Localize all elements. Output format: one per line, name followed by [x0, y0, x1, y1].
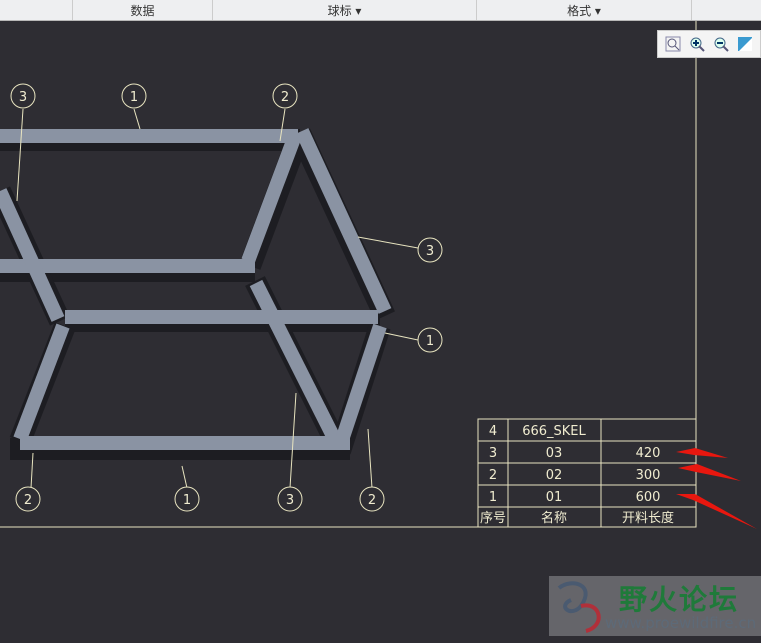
balloon[interactable]: 3	[277, 486, 303, 512]
table-cell: 420	[636, 446, 661, 461]
balloon[interactable]: 2	[272, 83, 298, 109]
table-cell: 01	[546, 490, 563, 505]
ribbon-group-bar: 数据 球标 ▾ 格式 ▾	[0, 0, 761, 21]
balloon-label: 2	[281, 90, 289, 105]
repaint-icon[interactable]	[736, 35, 754, 53]
table-cell: 1	[489, 490, 497, 505]
balloon-label: 3	[426, 244, 434, 259]
table-header-cell: 序号	[480, 511, 506, 526]
frame-model	[0, 128, 395, 460]
table-cell: 03	[546, 446, 563, 461]
table-cell: 02	[546, 468, 563, 483]
ribbon-group-format[interactable]: 格式 ▾	[477, 0, 692, 20]
ribbon-group-data[interactable]: 数据	[73, 0, 213, 20]
zoom-fit-icon[interactable]	[664, 35, 682, 53]
table-cell: 2	[489, 468, 497, 483]
table-cell: 300	[636, 468, 661, 483]
balloon-label: 3	[19, 90, 27, 105]
watermark: 野火论坛 www.proewildfire.cn	[549, 576, 761, 636]
watermark-url: www.proewildfire.cn	[605, 614, 757, 632]
balloon[interactable]: 2	[359, 486, 385, 512]
balloon-label: 2	[368, 493, 376, 508]
table-header-cell: 名称	[541, 510, 567, 526]
balloon[interactable]: 3	[10, 83, 36, 109]
drawing-canvas[interactable]: 3 1 2 3 1 2 1 3 2 4 666_SKEL 3 03 420 2 02 300 1 01 600 序号 名…	[0, 21, 761, 643]
balloon-label: 1	[426, 334, 434, 349]
balloon-label: 2	[24, 493, 32, 508]
balloon[interactable]: 1	[417, 327, 443, 353]
ribbon-group-balloon[interactable]: 球标 ▾	[213, 0, 477, 20]
view-toolbar	[657, 30, 761, 58]
annotation-arrows	[676, 448, 757, 529]
balloon[interactable]: 1	[174, 486, 200, 512]
zoom-out-icon[interactable]	[712, 35, 730, 53]
table-cell: 3	[489, 446, 497, 461]
table-header-cell: 开料长度	[622, 510, 674, 526]
balloon[interactable]: 1	[121, 83, 147, 109]
watermark-logo	[557, 581, 601, 633]
table-cell: 666_SKEL	[522, 424, 586, 439]
balloon[interactable]: 2	[15, 486, 41, 512]
zoom-in-icon[interactable]	[688, 35, 706, 53]
watermark-title: 野火论坛	[619, 583, 740, 616]
ribbon-spacer	[0, 0, 73, 20]
table-cell: 4	[489, 424, 497, 439]
balloon-label: 3	[286, 493, 294, 508]
balloon-label: 1	[130, 90, 138, 105]
table-cell: 600	[636, 490, 661, 505]
balloon[interactable]: 3	[417, 237, 443, 263]
balloon-label: 1	[183, 493, 191, 508]
